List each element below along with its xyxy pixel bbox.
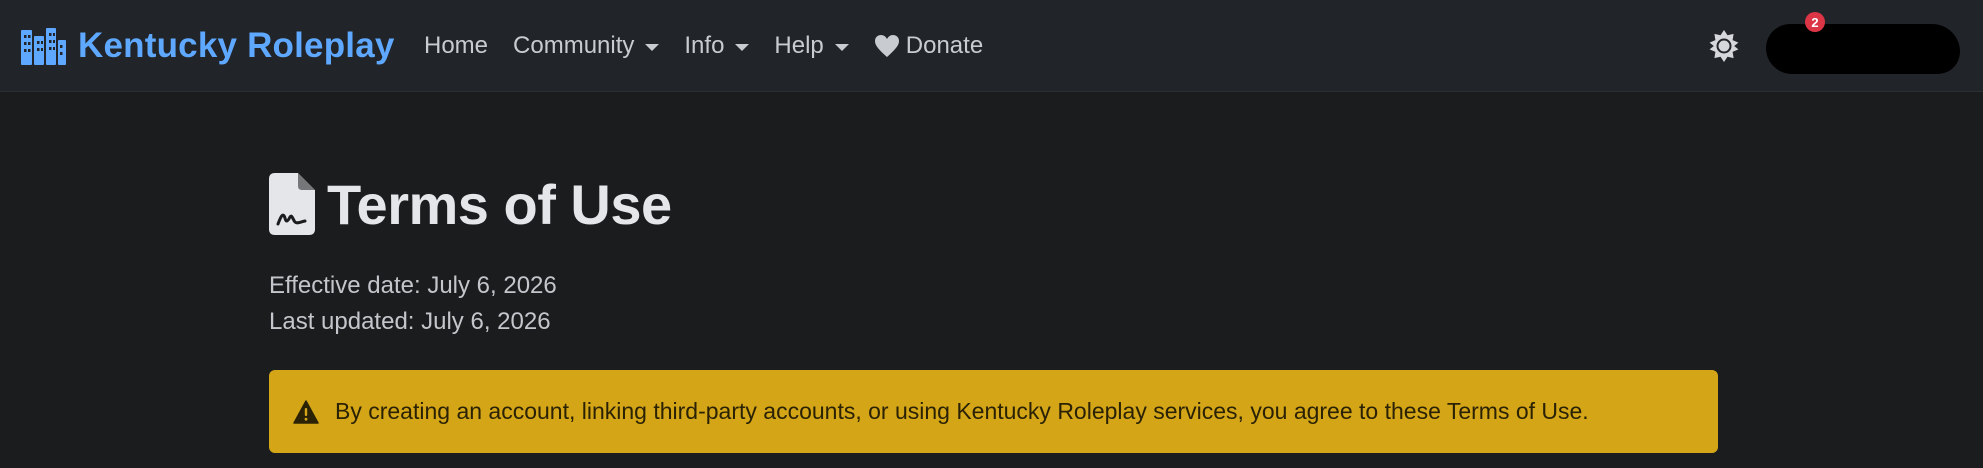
nav-community-dropdown[interactable]: Community: [513, 32, 660, 60]
file-signature-icon: [269, 173, 315, 235]
warning-icon: [293, 399, 319, 424]
chevron-down-icon: [735, 43, 750, 51]
last-updated: Last updated: July 6, 2026: [269, 308, 551, 335]
page-heading: Terms of Use: [269, 166, 1719, 242]
nav-info-dropdown[interactable]: Info: [684, 32, 750, 60]
brand-name: Kentucky Roleplay: [78, 26, 395, 65]
user-menu[interactable]: 2: [1762, 12, 1962, 78]
sun-icon: [1709, 30, 1739, 62]
navbar: Kentucky Roleplay Home Community Info He…: [0, 0, 1983, 92]
page-title: Terms of Use: [327, 172, 672, 236]
heart-icon: [874, 35, 899, 57]
nav-home-label: Home: [424, 32, 489, 59]
notification-badge: 2: [1805, 12, 1825, 32]
theme-toggle-button[interactable]: [1706, 28, 1742, 64]
main-content: Terms of Use Effective date: July 6, 202…: [269, 166, 1719, 453]
username-redacted: [1802, 32, 1952, 72]
page-meta: Effective date: July 6, 2026 Last update…: [269, 268, 1719, 340]
nav-donate-label: Donate: [905, 32, 984, 59]
nav-donate[interactable]: Donate: [874, 32, 983, 60]
nav-home[interactable]: Home: [424, 32, 488, 60]
city-icon: [21, 28, 66, 65]
brand-link[interactable]: Kentucky Roleplay: [20, 0, 395, 92]
chevron-down-icon: [645, 43, 660, 51]
nav-help-dropdown[interactable]: Help: [774, 32, 849, 60]
nav-community-label: Community: [513, 32, 635, 59]
terms-alert: By creating an account, linking third-pa…: [269, 370, 1718, 453]
chevron-down-icon: [834, 43, 849, 51]
effective-date: Effective date: July 6, 2026: [269, 272, 557, 299]
nav-links: Home Community Info Help Donate: [424, 0, 1008, 92]
nav-info-label: Info: [684, 32, 725, 59]
alert-text: By creating an account, linking third-pa…: [335, 398, 1589, 424]
nav-help-label: Help: [774, 32, 824, 59]
